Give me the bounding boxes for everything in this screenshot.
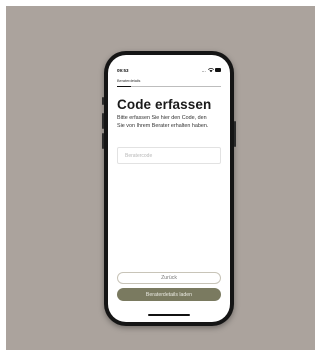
wifi-icon bbox=[207, 67, 214, 72]
nav-title: Beraterdetails bbox=[117, 79, 141, 83]
phone-screen: 09:53 ... Beraterdetails Code erfassen B… bbox=[108, 55, 230, 322]
status-time: 09:53 bbox=[117, 67, 129, 73]
page-description: Bitte erfassen Sie hier den Code, den Si… bbox=[117, 115, 209, 129]
nav-divider bbox=[117, 86, 221, 87]
battery-icon bbox=[215, 68, 221, 72]
phone-volume-up bbox=[102, 113, 104, 129]
load-advisor-details-button[interactable]: Beraterdetails laden bbox=[117, 288, 221, 301]
advisor-code-placeholder: Beratercode bbox=[125, 152, 153, 159]
load-button-label: Beraterdetails laden bbox=[145, 291, 193, 298]
status-bar: 09:53 ... bbox=[117, 67, 221, 73]
back-button-label: Zurück bbox=[161, 275, 177, 281]
advisor-code-input[interactable]: Beratercode bbox=[117, 147, 221, 164]
phone-silent-switch bbox=[102, 97, 104, 105]
background-panel: 09:53 ... Beraterdetails Code erfassen B… bbox=[6, 6, 315, 350]
phone-mockup: 09:53 ... Beraterdetails Code erfassen B… bbox=[102, 51, 236, 326]
status-icons: ... bbox=[202, 68, 221, 73]
phone-volume-down bbox=[102, 133, 104, 149]
signal-icon: ... bbox=[201, 67, 206, 73]
phone-power-button bbox=[234, 121, 236, 147]
home-indicator[interactable] bbox=[148, 314, 190, 316]
nav-active-indicator bbox=[117, 86, 131, 87]
back-button[interactable]: Zurück bbox=[117, 272, 221, 284]
page-title: Code erfassen bbox=[117, 97, 212, 112]
